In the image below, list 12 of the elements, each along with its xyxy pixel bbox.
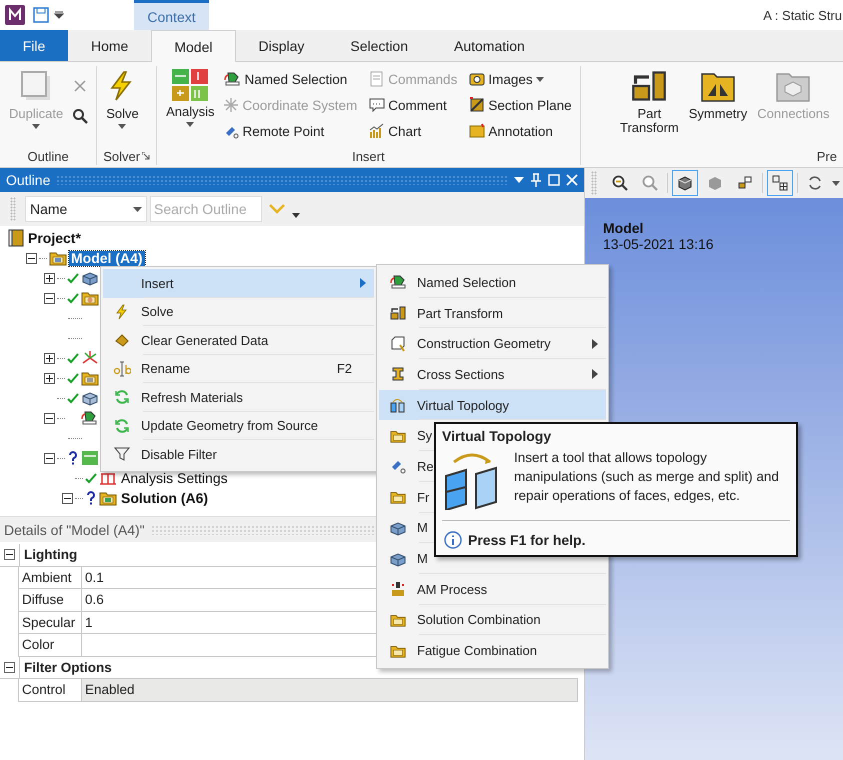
tooltip-title: Virtual Topology <box>442 428 552 444</box>
viewport-title: Model <box>603 220 644 236</box>
panel-title: Outline <box>6 172 50 188</box>
group-label: Solver <box>103 148 140 164</box>
group-label: Outline <box>28 148 69 164</box>
context-tab-header: Context <box>134 0 209 30</box>
group-label: Insert <box>352 148 385 164</box>
viewport-date: 13-05-2021 13:16 <box>603 236 715 252</box>
group-label: Pre <box>816 148 837 164</box>
window-title: A : Static Stru <box>763 8 842 22</box>
tooltip-text: Insert a tool that allows topology manipulations (such as merge and split) and repair operations of faces, edges, etc. <box>514 449 780 505</box>
panel-title: Details of "Model (A4)" <box>4 522 145 538</box>
